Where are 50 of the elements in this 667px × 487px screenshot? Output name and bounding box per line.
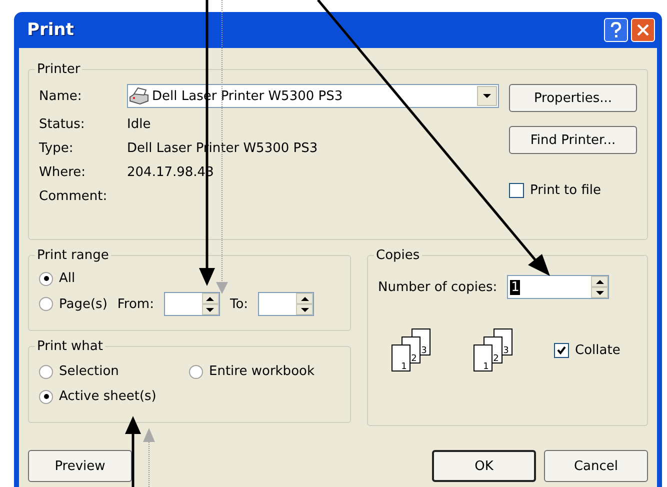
radio-label: All bbox=[59, 271, 76, 286]
radio-button[interactable] bbox=[189, 364, 203, 378]
down-arrow-icon bbox=[206, 308, 214, 312]
down-arrow-icon bbox=[596, 290, 604, 294]
dialog-button[interactable]: Cancel bbox=[544, 450, 648, 482]
field-label: From: bbox=[117, 296, 154, 312]
dotted-arrow bbox=[143, 428, 155, 487]
checkbox[interactable] bbox=[554, 342, 569, 358]
info-label: Comment: bbox=[39, 189, 108, 204]
radio-button[interactable] bbox=[39, 272, 53, 286]
dropdown-arrow-icon bbox=[483, 94, 491, 98]
checkbox-label: Collate bbox=[575, 342, 620, 358]
find-printer-button[interactable]: Find Printer... bbox=[509, 126, 637, 154]
up-arrow-icon bbox=[596, 280, 604, 284]
radio-label: Entire workbook bbox=[209, 364, 314, 379]
group-label: Print what bbox=[36, 339, 104, 354]
radio-label: Page(s) bbox=[59, 296, 108, 312]
close-button[interactable] bbox=[631, 18, 655, 42]
page-spin-field[interactable] bbox=[258, 292, 314, 316]
radio-label: Active sheet(s) bbox=[59, 389, 156, 404]
copies-spin-field[interactable]: 1 bbox=[507, 275, 610, 299]
field-label: Name: bbox=[39, 88, 83, 104]
radio-button[interactable] bbox=[39, 297, 53, 311]
help-button[interactable] bbox=[604, 18, 628, 42]
field-label: To: bbox=[230, 296, 248, 312]
info-label: Where: bbox=[39, 165, 87, 180]
up-arrow-icon bbox=[300, 296, 309, 300]
printer-icon bbox=[128, 87, 150, 105]
radio-button[interactable] bbox=[39, 364, 53, 378]
help-icon bbox=[610, 22, 622, 38]
up-arrow-icon bbox=[206, 296, 214, 300]
group-label: Print range bbox=[36, 248, 110, 263]
info-label: Status: bbox=[39, 117, 86, 132]
dialog-button[interactable]: OK bbox=[432, 450, 536, 482]
radio-label: Selection bbox=[59, 364, 119, 379]
group-label: Copies bbox=[375, 248, 421, 263]
close-icon bbox=[637, 24, 649, 36]
window-title: Print bbox=[27, 20, 75, 40]
checkbox-label: Print to file bbox=[530, 183, 602, 198]
down-arrow-icon bbox=[300, 308, 309, 312]
checkbox[interactable] bbox=[509, 183, 524, 198]
info-label: Type: bbox=[39, 141, 74, 156]
group-label: Printer bbox=[36, 62, 82, 77]
page-spin-field[interactable] bbox=[164, 292, 220, 316]
dialog-button[interactable]: Preview bbox=[28, 450, 132, 482]
field-label: Number of copies: bbox=[378, 280, 498, 294]
info-value: Idle bbox=[127, 117, 151, 132]
radio-button[interactable] bbox=[39, 390, 53, 404]
properties-button[interactable]: Properties... bbox=[509, 84, 637, 112]
annotation-arrow bbox=[125, 416, 141, 487]
